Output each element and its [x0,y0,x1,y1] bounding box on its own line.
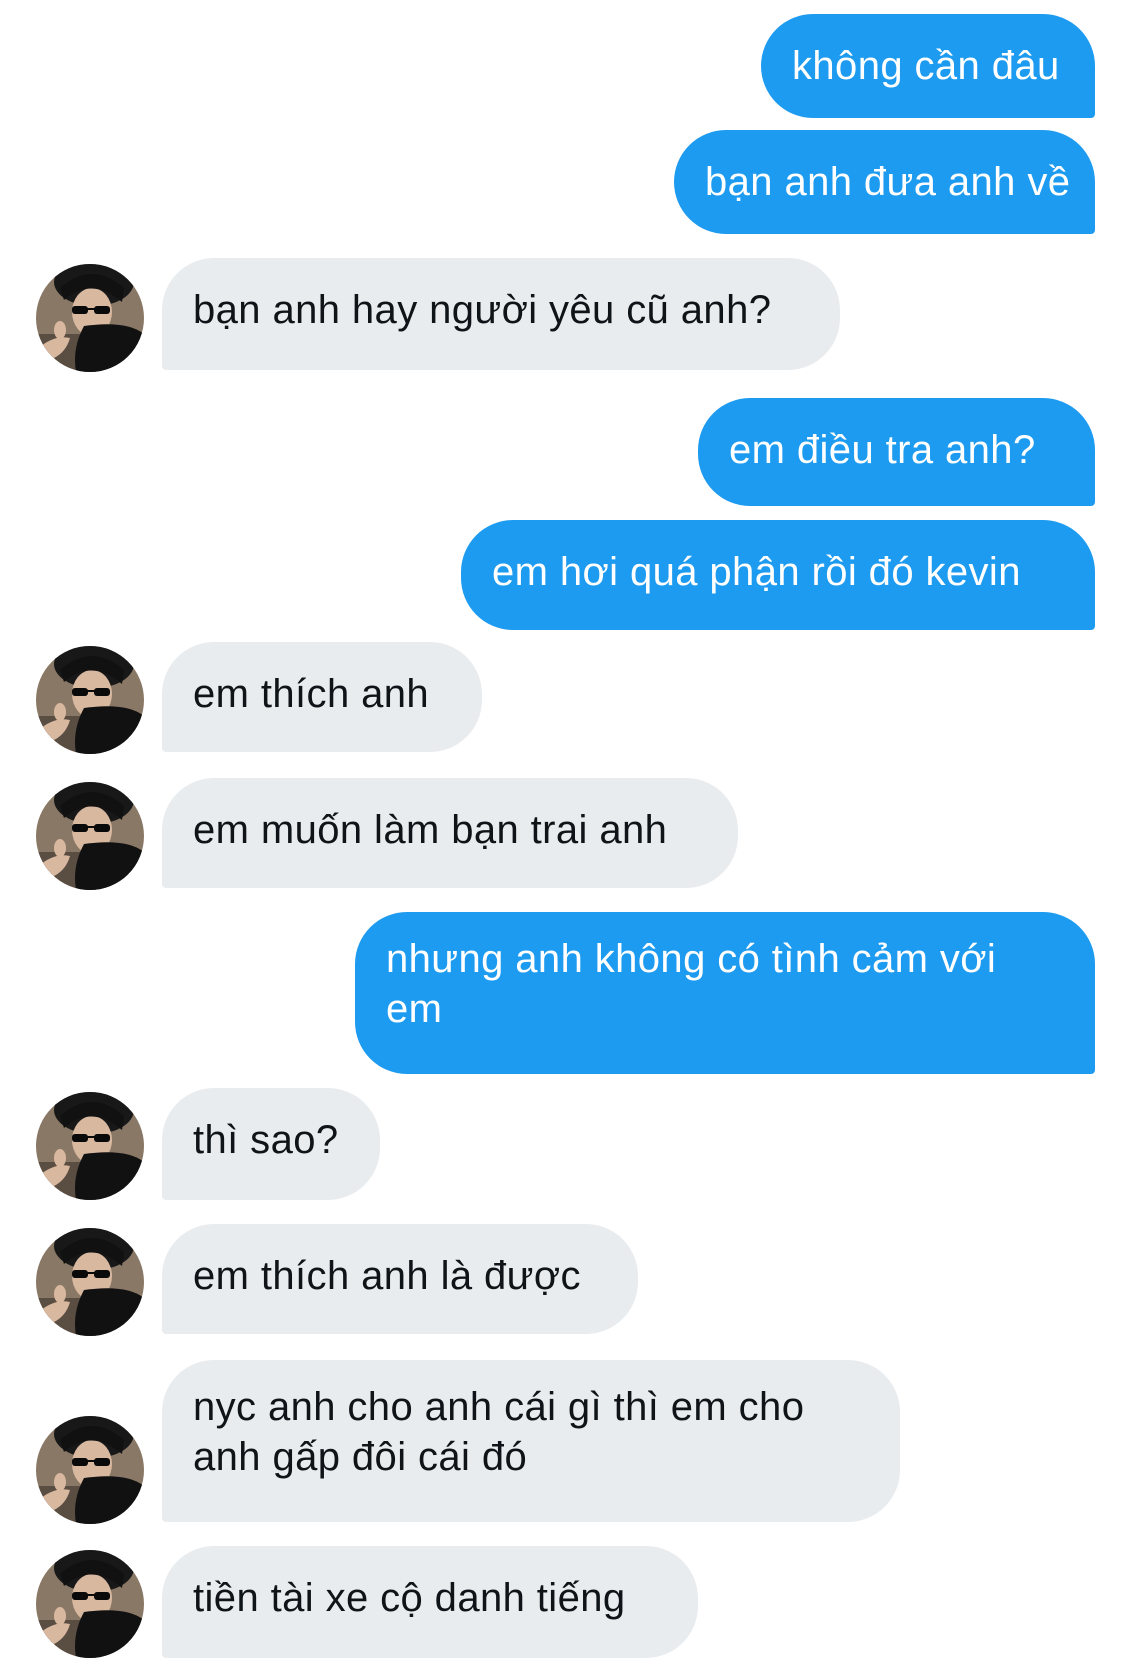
avatar-photo-icon [36,1092,144,1200]
contact-avatar[interactable] [36,1092,144,1200]
contact-avatar[interactable] [36,646,144,754]
received-message-bubble[interactable]: nyc anh cho anh cái gì thì em cho anh gấ… [162,1360,900,1522]
received-message-bubble[interactable]: tiền tài xe cộ danh tiếng [162,1546,698,1658]
contact-avatar[interactable] [36,782,144,890]
sent-message-bubble[interactable]: em hơi quá phận rồi đó kevin [461,520,1095,630]
avatar-photo-icon [36,646,144,754]
contact-avatar[interactable] [36,1228,144,1336]
avatar-photo-icon [36,782,144,890]
sent-message-bubble[interactable]: không cần đâu [761,14,1095,118]
received-message-bubble[interactable]: em thích anh là được [162,1224,638,1334]
avatar-photo-icon [36,264,144,372]
avatar-photo-icon [36,1228,144,1336]
avatar-photo-icon [36,1416,144,1524]
contact-avatar[interactable] [36,1550,144,1658]
message-thread: không cần đâu bạn anh đưa anh về bạn anh… [0,0,1125,1668]
contact-avatar[interactable] [36,1416,144,1524]
sent-message-bubble[interactable]: bạn anh đưa anh về [674,130,1095,234]
contact-avatar[interactable] [36,264,144,372]
received-message-bubble[interactable]: em muốn làm bạn trai anh [162,778,738,888]
avatar-photo-icon [36,1550,144,1658]
sent-message-bubble[interactable]: nhưng anh không có tình cảm với em [355,912,1095,1074]
received-message-bubble[interactable]: bạn anh hay người yêu cũ anh? [162,258,840,370]
received-message-bubble[interactable]: em thích anh [162,642,482,752]
received-message-bubble[interactable]: thì sao? [162,1088,380,1200]
sent-message-bubble[interactable]: em điều tra anh? [698,398,1095,506]
